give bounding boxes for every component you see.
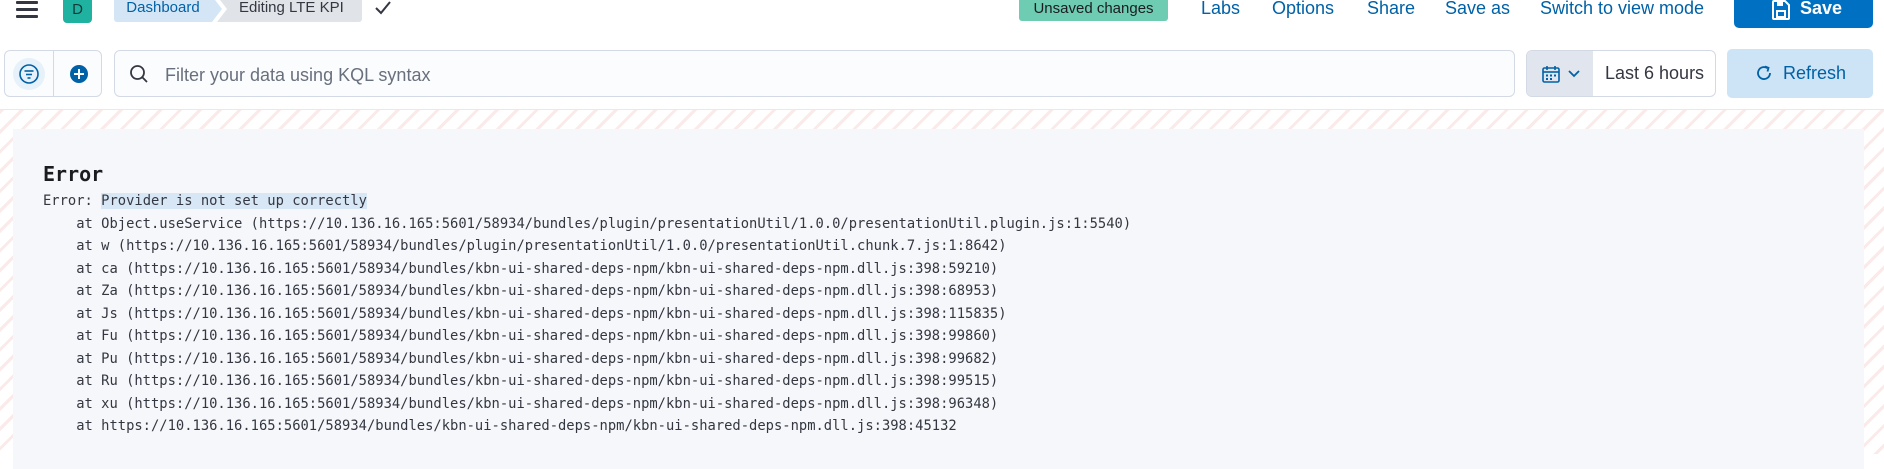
add-filter-icon [70,65,88,83]
breadcrumb-dashboard-label: Dashboard [126,0,200,16]
stack-line: at w (https://10.136.16.165:5601/58934/b… [43,238,1007,254]
filter-menu-icon [19,64,39,84]
save-button-label: Save [1800,0,1843,18]
stack-line: at https://10.136.16.165:5601/58934/bund… [43,418,957,434]
stack-line: at xu (https://10.136.16.165:5601/58934/… [43,395,999,412]
chevron-down-icon [1568,70,1580,78]
stack-line: at Pu (https://10.136.16.165:5601/58934/… [43,350,999,367]
kql-search-input[interactable] [163,61,1467,89]
refresh-button[interactable]: Refresh [1727,49,1873,98]
top-header: D Dashboard Editing LTE KPI Unsaved chan… [0,0,1884,39]
options-link[interactable]: Options [1272,0,1334,19]
checkmark-icon[interactable] [374,0,392,16]
quick-date-menu-button[interactable] [1527,51,1593,96]
dashboard-panel-area: Error Error: Provider is not set up corr… [0,109,1884,469]
calendar-icon [1542,66,1560,83]
search-icon [130,65,148,83]
kql-search-bar [114,50,1515,97]
refresh-icon [1757,65,1771,80]
error-message-line: Error: Provider is not set up correctly [43,190,1131,213]
filter-menu-button[interactable] [13,58,45,90]
date-range-label[interactable]: Last 6 hours [1605,63,1704,84]
save-button[interactable]: Save [1734,0,1873,28]
error-prefix: Error: [43,193,102,209]
stack-line: at ca (https://10.136.16.165:5601/58934/… [43,260,999,277]
error-stacktrace: Error: Provider is not set up correctly … [43,190,1131,438]
error-title: Error [43,162,104,186]
date-picker: Last 6 hours [1526,50,1716,97]
labs-link[interactable]: Labs [1201,0,1240,19]
stack-line: at Fu (https://10.136.16.165:5601/58934/… [43,328,999,344]
breadcrumb-current-label: Editing LTE KPI [239,0,344,16]
stack-line: at Ru (https://10.136.16.165:5601/58934/… [43,373,999,389]
error-message: Provider is not set up correctly [101,193,367,209]
share-link[interactable]: Share [1367,0,1415,19]
breadcrumb-dashboard[interactable]: Dashboard [114,0,222,22]
stack-line: at Object.useService (https://10.136.16.… [43,215,1132,232]
query-bar: Last 6 hours Refresh [0,38,1884,109]
save-as-link[interactable]: Save as [1445,0,1510,19]
stack-line: at Js (https://10.136.16.165:5601/58934/… [43,305,1007,322]
save-icon [1772,0,1790,20]
space-avatar[interactable]: D [63,0,92,23]
stack-line: at Za (https://10.136.16.165:5601/58934/… [43,283,999,299]
breadcrumb-current: Editing LTE KPI [217,0,362,22]
switch-to-view-mode-link[interactable]: Switch to view mode [1540,0,1704,19]
filter-controls [4,50,102,97]
filter-controls-divider [53,51,54,96]
menu-icon[interactable] [16,0,40,20]
unsaved-changes-badge: Unsaved changes [1019,0,1168,21]
add-filter-button[interactable] [63,58,95,90]
refresh-button-label: Refresh [1783,63,1847,83]
error-panel: Error Error: Provider is not set up corr… [13,129,1864,469]
